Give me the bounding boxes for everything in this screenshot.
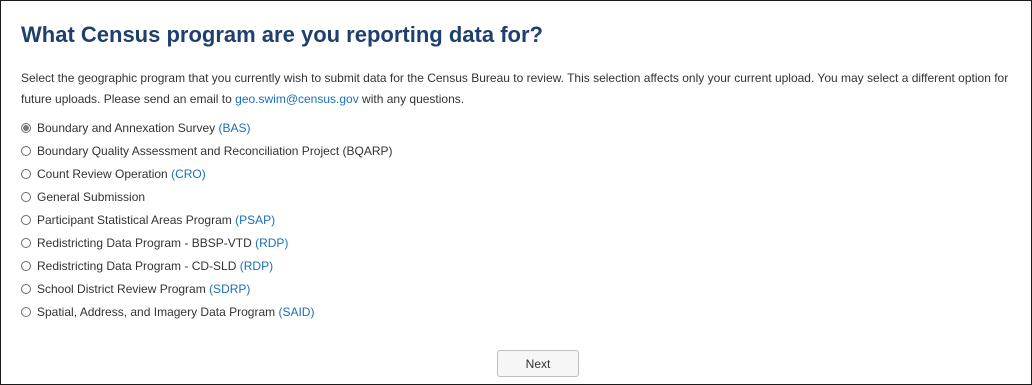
radio-button[interactable] xyxy=(21,146,31,156)
option-label: Boundary and Annexation Survey xyxy=(37,121,216,135)
option-abbr-link[interactable]: (SAID) xyxy=(278,305,314,319)
option-rdp-cd-sld[interactable]: Redistricting Data Program - CD-SLD (RDP… xyxy=(21,255,273,277)
option-sdrp[interactable]: School District Review Program (SDRP) xyxy=(21,278,250,300)
option-abbr-link[interactable]: (CRO) xyxy=(171,167,206,181)
radio-button[interactable] xyxy=(21,238,31,248)
option-bas[interactable]: Boundary and Annexation Survey (BAS) xyxy=(21,117,250,139)
option-said[interactable]: Spatial, Address, and Imagery Data Progr… xyxy=(21,301,314,323)
instructions-text-part2: with any questions. xyxy=(358,92,465,106)
option-abbr-link[interactable]: (PSAP) xyxy=(235,213,275,227)
option-label: Redistricting Data Program - CD-SLD xyxy=(37,259,237,273)
option-cro[interactable]: Count Review Operation (CRO) xyxy=(21,163,206,185)
page-title: What Census program are you reporting da… xyxy=(21,22,543,47)
option-general-submission[interactable]: General Submission xyxy=(21,186,145,208)
option-label: Redistricting Data Program - BBSP-VTD xyxy=(37,236,252,250)
option-label: Count Review Operation xyxy=(37,167,168,181)
option-label: General Submission xyxy=(37,190,146,204)
option-abbr-link[interactable]: (SDRP) xyxy=(209,282,250,296)
instructions-text-part1: Select the geographic program that you c… xyxy=(21,71,1009,106)
radio-button[interactable] xyxy=(21,307,31,317)
radio-button[interactable] xyxy=(21,192,31,202)
instructions-text: Select the geographic program that you c… xyxy=(21,68,1021,110)
radio-button[interactable] xyxy=(21,261,31,271)
radio-button[interactable] xyxy=(21,215,31,225)
radio-button[interactable] xyxy=(21,169,31,179)
option-label: Participant Statistical Areas Program xyxy=(37,213,232,227)
option-rdp-bbsp-vtd[interactable]: Redistricting Data Program - BBSP-VTD (R… xyxy=(21,232,288,254)
radio-button[interactable] xyxy=(21,284,31,294)
option-bqarp[interactable]: Boundary Quality Assessment and Reconcil… xyxy=(21,140,393,162)
option-label: Boundary Quality Assessment and Reconcil… xyxy=(37,144,393,158)
option-label: Spatial, Address, and Imagery Data Progr… xyxy=(37,305,276,319)
support-email-link[interactable]: geo.swim@census.gov xyxy=(235,92,359,106)
option-abbr-link[interactable]: (BAS) xyxy=(218,121,250,135)
next-button[interactable]: Next xyxy=(497,350,579,377)
radio-button[interactable] xyxy=(21,123,31,133)
program-selection-panel: What Census program are you reporting da… xyxy=(0,0,1032,385)
option-abbr-link[interactable]: (RDP) xyxy=(240,259,273,273)
option-label: School District Review Program xyxy=(37,282,206,296)
option-psap[interactable]: Participant Statistical Areas Program (P… xyxy=(21,209,275,231)
option-abbr-link[interactable]: (RDP) xyxy=(255,236,288,250)
